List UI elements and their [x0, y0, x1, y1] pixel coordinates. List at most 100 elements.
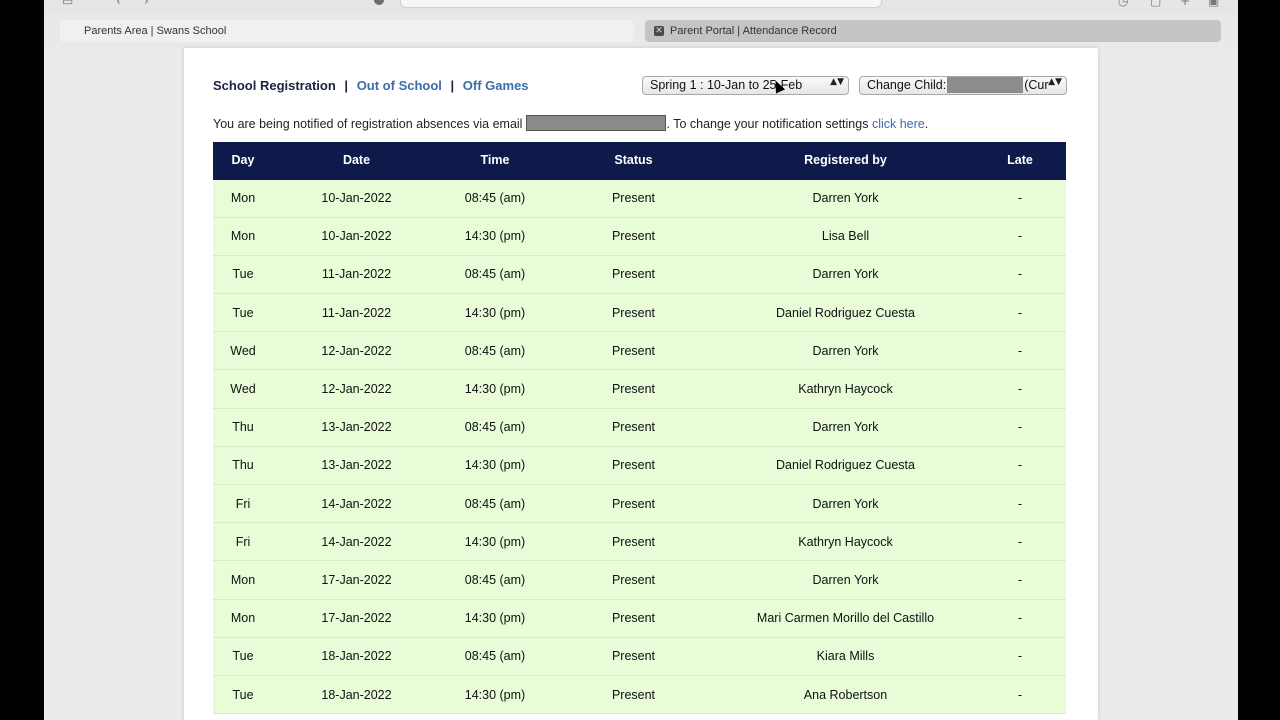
cell-date: 14-Jan-2022 — [273, 484, 440, 524]
subnav-out-of-school[interactable]: Out of School — [357, 78, 442, 93]
table-header-row: Day Date Time Status Registered by Late — [213, 142, 1066, 180]
cell-registered-by: Kiara Mills — [717, 637, 974, 676]
notice-prefix: You are being notified of registration a… — [213, 117, 523, 131]
browser-toolbar: ▭ ‹ › ◷ ▢ + ▣ — [44, 0, 1238, 14]
cell-registered-by: Darren York — [717, 408, 974, 447]
cell-time: 14:30 (pm) — [440, 217, 550, 256]
cell-late: - — [974, 293, 1066, 333]
notice-end: . — [924, 117, 929, 131]
cell-late: - — [974, 560, 1066, 600]
downloads-icon[interactable]: ◷ — [1118, 0, 1128, 8]
cell-status: Present — [550, 637, 717, 676]
cell-date: 12-Jan-2022 — [273, 369, 440, 409]
cell-date: 11-Jan-2022 — [273, 293, 440, 333]
cell-late: - — [974, 446, 1066, 486]
column-header-time: Time — [440, 142, 550, 180]
cell-day: Tue — [213, 255, 273, 295]
cell-late: - — [974, 408, 1066, 447]
browser-window: ▭ ‹ › ◷ ▢ + ▣ Parents Area | Swans Schoo… — [44, 0, 1238, 720]
cell-date: 17-Jan-2022 — [273, 599, 440, 638]
cell-day: Thu — [213, 408, 273, 447]
table-row: Mon 10-Jan-2022 14:30 (pm) Present Lisa Bell… — [213, 217, 1066, 256]
table-row: Tue 11-Jan-2022 08:45 (am) Present Darren Yo… — [213, 255, 1066, 295]
table-row: Tue 11-Jan-2022 14:30 (pm) Present Daniel Ro… — [213, 293, 1066, 333]
cell-registered-by: Darren York — [717, 484, 974, 524]
close-icon[interactable]: ✕ — [654, 26, 664, 36]
cell-late: - — [974, 369, 1066, 409]
new-tab-icon[interactable]: + — [1180, 0, 1190, 8]
column-header-status: Status — [550, 142, 717, 180]
cell-time: 08:45 (am) — [440, 637, 550, 676]
table-body: Mon 10-Jan-2022 08:45 (am) Present Darren Yo… — [213, 179, 1066, 715]
cell-late: - — [974, 255, 1066, 295]
cell-time: 14:30 (pm) — [440, 369, 550, 409]
change-child-select[interactable]: Change Child: (Cur ▲▼ — [859, 76, 1067, 95]
cell-late: - — [974, 217, 1066, 256]
table-row: Mon 17-Jan-2022 08:45 (am) Present Darren Yo… — [213, 560, 1066, 600]
cell-time: 08:45 (am) — [440, 484, 550, 524]
cell-registered-by: Daniel Rodriguez Cuesta — [717, 446, 974, 486]
cell-date: 13-Jan-2022 — [273, 446, 440, 486]
table-row: Tue 18-Jan-2022 08:45 (am) Present Kiara Mil… — [213, 637, 1066, 676]
subnav-separator: | — [344, 78, 349, 93]
table-row: Fri 14-Jan-2022 14:30 (pm) Present Kathryn H… — [213, 522, 1066, 562]
cell-time: 14:30 (pm) — [440, 675, 550, 715]
cell-date: 14-Jan-2022 — [273, 522, 440, 562]
cell-day: Tue — [213, 637, 273, 676]
cell-registered-by: Darren York — [717, 179, 974, 218]
subnav-school-registration[interactable]: School Registration — [213, 78, 336, 93]
tab-title: Parents Area | Swans School — [84, 25, 227, 37]
notification-notice: You are being notified of registration a… — [213, 115, 929, 132]
cell-late: - — [974, 637, 1066, 676]
select-arrows-icon: ▲▼ — [830, 77, 844, 87]
cell-day: Mon — [213, 217, 273, 256]
cell-status: Present — [550, 293, 717, 333]
tab-overview-icon[interactable]: ▣ — [1208, 0, 1219, 8]
back-icon[interactable]: ‹ — [116, 0, 121, 8]
attendance-table: Day Date Time Status Registered by Late … — [213, 142, 1066, 715]
cell-date: 17-Jan-2022 — [273, 560, 440, 600]
registration-subnav: School Registration | Out of School | Of… — [213, 78, 529, 94]
sidebar-icon[interactable]: ▭ — [62, 0, 73, 8]
column-header-registered-by: Registered by — [717, 142, 974, 180]
forward-icon[interactable]: › — [144, 0, 149, 8]
cell-day: Wed — [213, 331, 273, 371]
cell-date: 10-Jan-2022 — [273, 217, 440, 256]
share-icon[interactable]: ▢ — [1150, 0, 1161, 8]
cell-date: 18-Jan-2022 — [273, 637, 440, 676]
cell-registered-by: Kathryn Haycock — [717, 522, 974, 562]
cell-registered-by: Mari Carmen Morillo del Castillo — [717, 599, 974, 638]
table-row: Mon 17-Jan-2022 14:30 (pm) Present Mari Carm… — [213, 599, 1066, 638]
cell-status: Present — [550, 599, 717, 638]
cell-registered-by: Lisa Bell — [717, 217, 974, 256]
cell-day: Fri — [213, 522, 273, 562]
subnav-off-games[interactable]: Off Games — [463, 78, 529, 93]
cell-day: Mon — [213, 599, 273, 638]
address-bar[interactable] — [400, 0, 882, 8]
cell-day: Mon — [213, 179, 273, 218]
cell-time: 14:30 (pm) — [440, 446, 550, 486]
cell-day: Wed — [213, 369, 273, 409]
cell-date: 13-Jan-2022 — [273, 408, 440, 447]
tab-parents-area[interactable]: Parents Area | Swans School — [60, 20, 634, 42]
cell-time: 08:45 (am) — [440, 255, 550, 295]
table-row: Thu 13-Jan-2022 14:30 (pm) Present Daniel Ro… — [213, 446, 1066, 486]
term-select[interactable]: Spring 1 : 10-Jan to 25-Feb ▲▼ — [642, 76, 849, 95]
select-arrows-icon: ▲▼ — [1048, 77, 1062, 87]
cell-status: Present — [550, 408, 717, 447]
cell-status: Present — [550, 179, 717, 218]
tab-attendance-record[interactable]: ✕ Parent Portal | Attendance Record — [645, 20, 1221, 42]
cell-registered-by: Darren York — [717, 331, 974, 371]
cell-day: Thu — [213, 446, 273, 486]
notification-settings-link[interactable]: click here — [872, 117, 925, 131]
cell-registered-by: Daniel Rodriguez Cuesta — [717, 293, 974, 333]
cell-late: - — [974, 179, 1066, 218]
privacy-shield-icon[interactable] — [374, 0, 384, 5]
change-child-label: Change Child: — [867, 78, 947, 92]
cell-day: Fri — [213, 484, 273, 524]
cell-time: 14:30 (pm) — [440, 522, 550, 562]
cell-status: Present — [550, 446, 717, 486]
tab-bar: Parents Area | Swans School ✕ Parent Por… — [44, 14, 1238, 48]
cell-status: Present — [550, 560, 717, 600]
cell-status: Present — [550, 522, 717, 562]
